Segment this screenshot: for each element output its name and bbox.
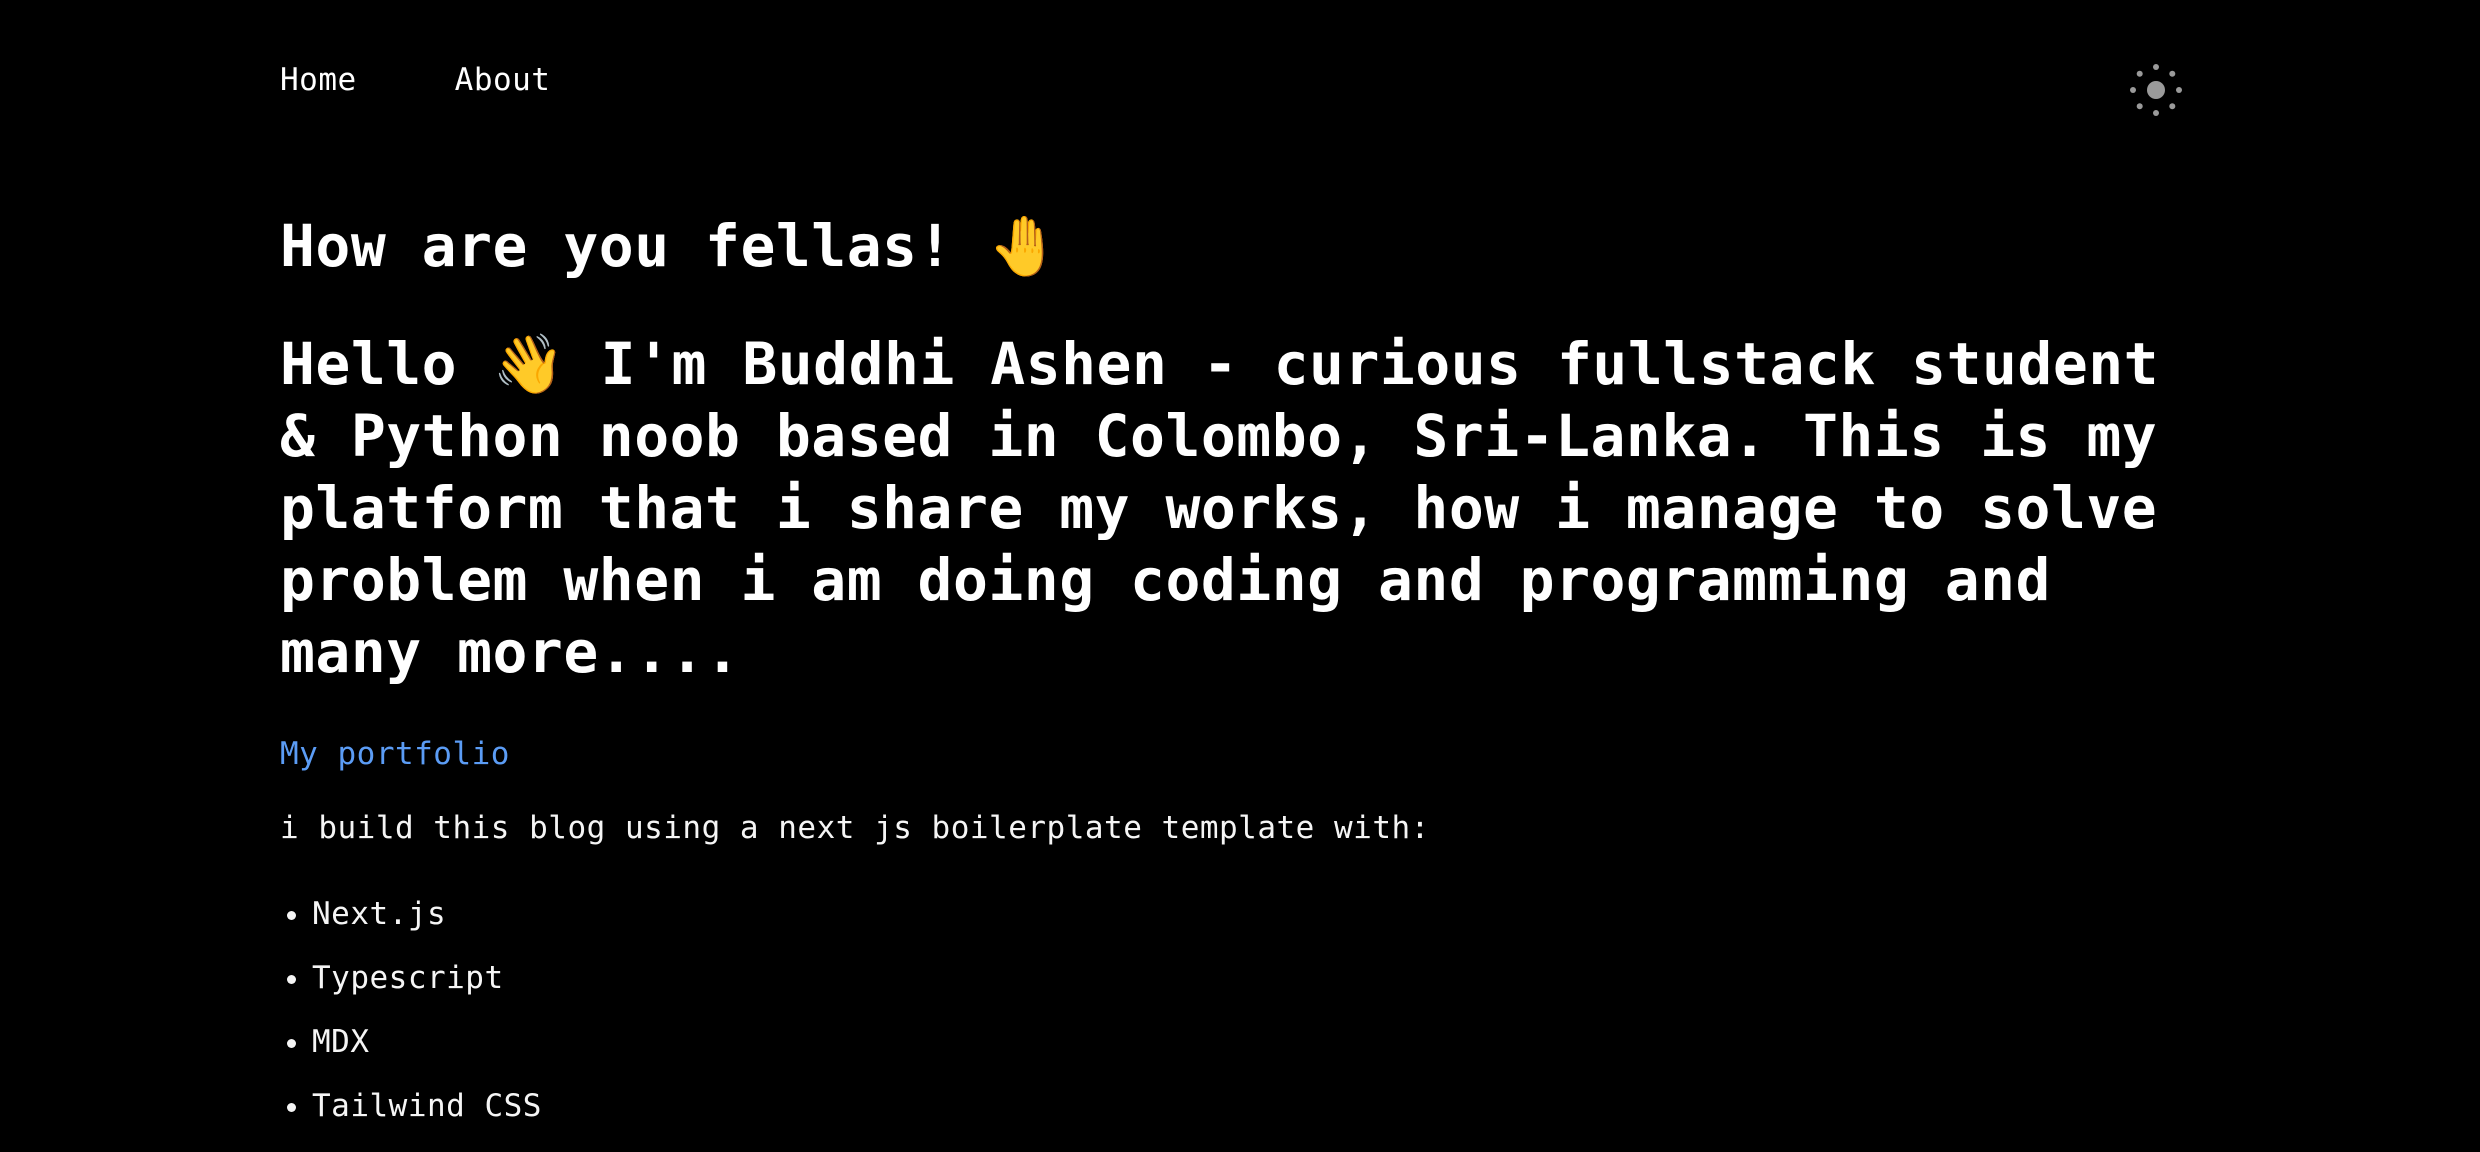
nav-home-link[interactable]: Home — [280, 62, 357, 98]
nav-about-link[interactable]: About — [455, 62, 551, 98]
top-nav: Home About — [280, 62, 550, 98]
theme-toggle-button[interactable] — [2128, 62, 2184, 118]
built-with-text: i build this blog using a next js boiler… — [280, 810, 1430, 846]
greeting-heading: How are you fellas! 🤚 — [280, 206, 2200, 286]
waving-hand-icon: 👋 — [492, 330, 566, 398]
raised-hand-icon: 🤚 — [988, 212, 1062, 280]
list-item: Tailwind CSS — [312, 1074, 2200, 1138]
main-content: How are you fellas! 🤚 Hello 👋 I'm Buddhi… — [280, 206, 2200, 1138]
intro-hello: Hello — [280, 330, 458, 398]
portfolio-link[interactable]: My portfolio — [280, 736, 510, 772]
tech-stack-list: Next.js Typescript MDX Tailwind CSS — [280, 882, 2200, 1138]
intro-paragraph: Hello 👋 I'm Buddhi Ashen - curious fulls… — [280, 328, 2200, 688]
list-item: Typescript — [312, 946, 2200, 1010]
list-item: MDX — [312, 1010, 2200, 1074]
sun-icon — [2130, 64, 2182, 116]
greeting-text: How are you fellas! — [280, 212, 953, 280]
list-item: Next.js — [312, 882, 2200, 946]
page: Home About How are you fellas! 🤚 Hello 👋… — [0, 0, 2480, 1152]
